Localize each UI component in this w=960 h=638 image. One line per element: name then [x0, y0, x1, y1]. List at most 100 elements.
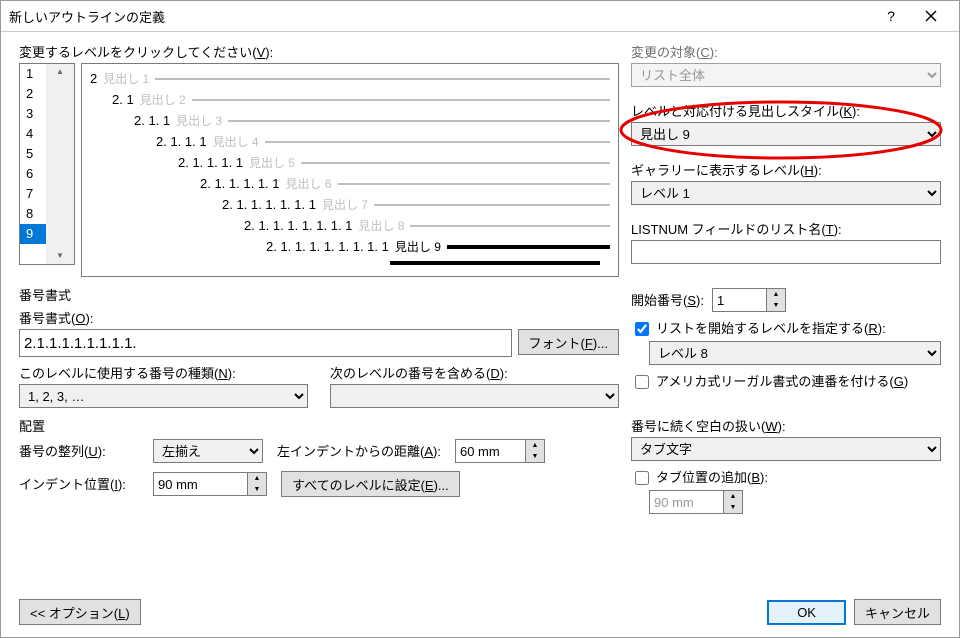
number-format-section-label: 番号書式	[19, 285, 619, 304]
number-format-input[interactable]	[19, 329, 512, 357]
apply-changes-to-label: 変更の対象(C):	[631, 42, 941, 61]
indent-at-label: インデント位置(I):	[19, 474, 139, 493]
listnum-field-input[interactable]	[631, 240, 941, 264]
legal-numbering-label: アメリカ式リーガル書式の連番を付ける(G)	[656, 371, 908, 390]
preview-number: 2. 1. 1. 1. 1. 1. 1. 1. 1	[266, 239, 389, 254]
follow-number-with-select[interactable]: タブ文字	[631, 437, 941, 461]
tab-stop-spin: ▲▼	[649, 490, 941, 514]
restart-list-after-checkbox[interactable]	[635, 322, 649, 336]
number-alignment-select[interactable]: 左揃え	[153, 439, 263, 463]
preview-heading-label: 見出し 3	[176, 112, 222, 129]
number-alignment-label: 番号の整列(U):	[19, 441, 139, 460]
preview-line	[192, 99, 610, 101]
preview-number: 2. 1	[112, 92, 134, 107]
listnum-field-label: LISTNUM フィールドのリスト名(T):	[631, 219, 941, 238]
preview-row: 2. 1 見出し 2	[112, 91, 610, 108]
restart-list-after-label: リストを開始するレベルを指定する(R):	[656, 318, 886, 337]
preview-row: 2 見出し 1	[90, 70, 610, 87]
preview-row: 2. 1. 1. 1. 1. 1. 1 見出し 7	[222, 196, 610, 213]
preview-line	[410, 225, 610, 227]
dialog-title: 新しいアウトラインの定義	[9, 7, 871, 26]
options-button[interactable]: << オプション(L)	[19, 599, 141, 625]
preview-number: 2. 1. 1. 1. 1. 1. 1	[222, 197, 316, 212]
indent-at-spin[interactable]: ▲▼	[153, 472, 267, 496]
preview-row: 2. 1. 1. 1. 1 見出し 5	[178, 154, 610, 171]
close-icon	[925, 10, 937, 22]
titlebar: 新しいアウトラインの定義 ?	[1, 1, 959, 32]
ok-button[interactable]: OK	[767, 600, 846, 625]
chevron-down-icon[interactable]: ▼	[526, 451, 544, 462]
start-at-input[interactable]	[712, 288, 766, 312]
chevron-up-icon: ▲	[52, 64, 68, 80]
font-button[interactable]: フォント(F)...	[518, 329, 619, 355]
preview-row: 2. 1. 1. 1. 1. 1. 1. 1. 1見出し 9	[266, 238, 610, 255]
link-level-to-style-label: レベルと対応付ける見出しスタイル(K):	[631, 101, 941, 120]
number-style-select[interactable]: 1, 2, 3, …	[19, 384, 308, 408]
preview-number: 2. 1. 1. 1	[156, 134, 207, 149]
follow-number-with-label: 番号に続く空白の扱い(W):	[631, 416, 941, 435]
level-prompt-label: 変更するレベルをクリックしてください(V):	[19, 42, 619, 61]
preview-heading-label: 見出し 6	[286, 175, 332, 192]
cancel-button[interactable]: キャンセル	[854, 599, 941, 625]
preview-number: 2. 1. 1. 1. 1	[178, 155, 243, 170]
level-listbox[interactable]: 1 2 3 4 5 6 7 8 9 ▲ ▼	[19, 63, 75, 265]
close-button[interactable]	[911, 2, 951, 30]
apply-changes-to-select: リスト全体	[631, 63, 941, 87]
preview-number: 2. 1. 1. 1. 1. 1	[200, 176, 280, 191]
chevron-up-icon[interactable]: ▲	[767, 289, 785, 300]
aligned-at-input[interactable]	[455, 439, 525, 463]
restart-list-after-select[interactable]: レベル 8	[649, 341, 941, 365]
help-button[interactable]: ?	[871, 2, 911, 30]
level-list-scrollbar[interactable]: ▲ ▼	[46, 64, 74, 264]
preview-number: 2. 1. 1	[134, 113, 170, 128]
add-tab-stop-checkbox[interactable]	[635, 471, 649, 485]
add-tab-stop-label: タブ位置の追加(B):	[656, 467, 768, 486]
preview-heading-label: 見出し 8	[358, 217, 404, 234]
dialog-footer: << オプション(L) OK キャンセル	[1, 587, 959, 637]
gallery-level-label: ギャラリーに表示するレベル(H):	[631, 160, 941, 179]
chevron-down-icon[interactable]: ▼	[767, 300, 785, 311]
chevron-up-icon[interactable]: ▲	[248, 473, 266, 484]
link-level-to-style-select[interactable]: 見出し 9	[631, 122, 941, 146]
preview-line	[338, 183, 610, 185]
preview-heading-label: 見出し 2	[140, 91, 186, 108]
preview-line	[301, 162, 610, 164]
gallery-level-select[interactable]: レベル 1	[631, 181, 941, 205]
chevron-down-icon: ▼	[724, 502, 742, 513]
preview-line	[374, 204, 610, 206]
preview-row: 2. 1. 1 見出し 3	[134, 112, 610, 129]
define-new-multilevel-list-dialog: 新しいアウトラインの定義 ? 変更するレベルをクリックしてください(V): 1 …	[0, 0, 960, 638]
preview-heading-label: 見出し 7	[322, 196, 368, 213]
chevron-down-icon: ▼	[52, 248, 68, 264]
preview-line	[447, 245, 610, 249]
aligned-at-spin[interactable]: ▲▼	[455, 439, 545, 463]
preview-heading-label: 見出し 1	[103, 70, 149, 87]
start-at-spin[interactable]: ▲▼	[712, 288, 786, 312]
aligned-at-label: 左インデントからの距離(A):	[277, 441, 441, 460]
position-section-label: 配置	[19, 416, 619, 435]
tab-stop-input	[649, 490, 723, 514]
preview-line	[155, 78, 610, 80]
preview-heading-label: 見出し 5	[249, 154, 295, 171]
chevron-down-icon[interactable]: ▼	[248, 484, 266, 495]
legal-numbering-checkbox[interactable]	[635, 375, 649, 389]
include-level-label: 次のレベルの番号を含める(D):	[330, 363, 619, 382]
preview-number: 2. 1. 1. 1. 1. 1. 1. 1	[244, 218, 352, 233]
preview-line	[390, 261, 600, 265]
outline-preview: 2 見出し 1 2. 1 見出し 2 2. 1. 1 見出し 3 2. 1. 1. 1 見出し…	[81, 63, 619, 277]
chevron-up-icon[interactable]: ▲	[526, 440, 544, 451]
preview-row: 2. 1. 1. 1. 1. 1 見出し 6	[200, 175, 610, 192]
preview-heading-label: 見出し 4	[213, 133, 259, 150]
chevron-up-icon: ▲	[724, 491, 742, 502]
preview-row: 2. 1. 1. 1 見出し 4	[156, 133, 610, 150]
start-at-label: 開始番号(S):	[631, 290, 704, 309]
preview-row: 2. 1. 1. 1. 1. 1. 1. 1 見出し 8	[244, 217, 610, 234]
preview-number: 2	[90, 71, 97, 86]
preview-line	[265, 141, 610, 143]
include-level-select[interactable]	[330, 384, 619, 408]
indent-at-input[interactable]	[153, 472, 247, 496]
number-style-label: このレベルに使用する番号の種類(N):	[19, 363, 308, 382]
set-for-all-levels-button[interactable]: すべてのレベルに設定(E)...	[281, 471, 460, 497]
number-format-label: 番号書式(O):	[19, 308, 619, 327]
preview-line	[228, 120, 610, 122]
